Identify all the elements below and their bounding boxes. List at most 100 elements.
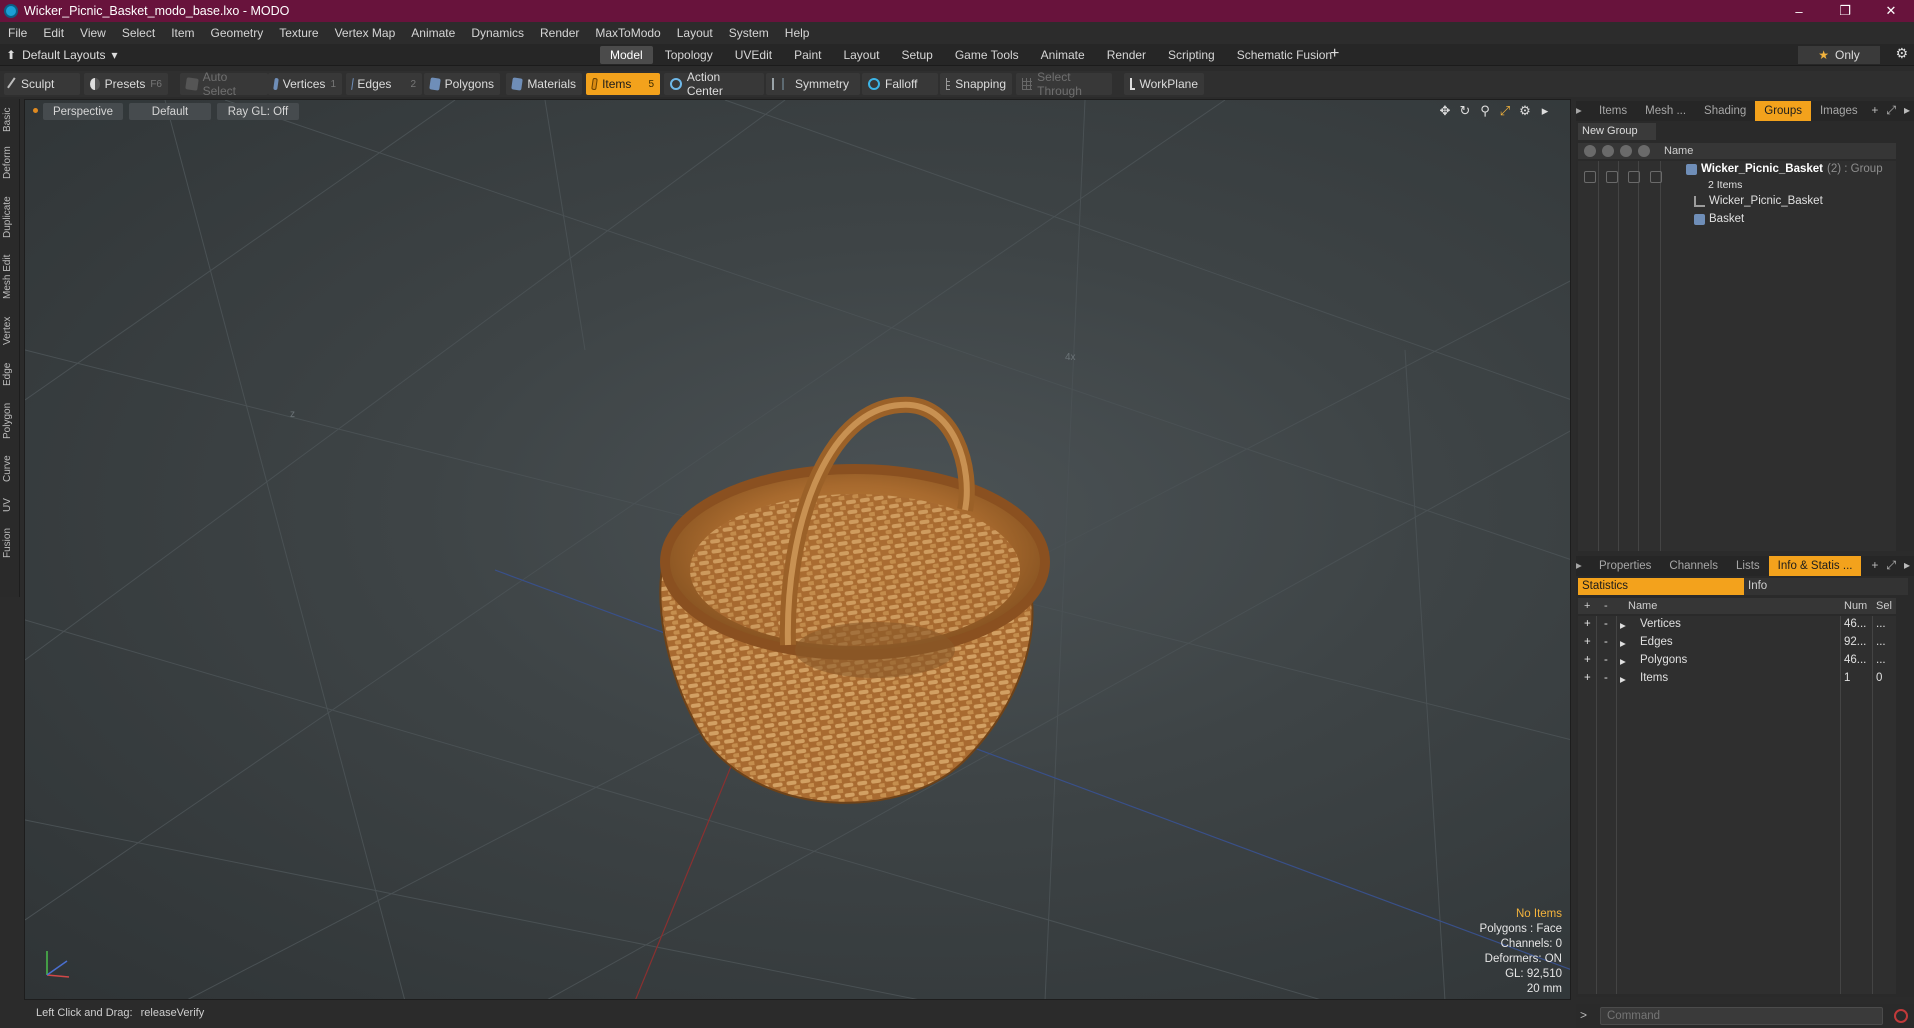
row-add-button[interactable]: +	[1584, 636, 1591, 648]
default-layouts-dropdown[interactable]: ⬆ Default Layouts ▾	[6, 46, 117, 64]
menu-render[interactable]: Render	[532, 26, 587, 40]
record-macro-icon[interactable]	[1894, 1009, 1908, 1023]
vertices-button[interactable]: Vertices 1	[268, 73, 342, 95]
tab-model[interactable]: Model	[600, 46, 653, 64]
row-add-button[interactable]: +	[1584, 672, 1591, 684]
add-tab-icon[interactable]: +	[1871, 103, 1878, 118]
tab-schematic-fusion[interactable]: Schematic Fusion	[1227, 46, 1342, 64]
only-button[interactable]: ★ Only	[1798, 46, 1880, 64]
menu-item[interactable]: Item	[163, 26, 202, 40]
command-input[interactable]	[1600, 1007, 1883, 1025]
panel-menu-icon[interactable]: ▸	[1576, 101, 1590, 121]
tab-channels[interactable]: Channels	[1660, 556, 1727, 576]
menu-layout[interactable]: Layout	[669, 26, 721, 40]
name-column-header[interactable]: Name	[1628, 600, 1657, 612]
sel-column-header[interactable]: Sel	[1876, 600, 1892, 612]
presets-button[interactable]: Presets F6	[84, 73, 168, 95]
expand-triangle-icon[interactable]: ▸	[1620, 636, 1626, 650]
menu-help[interactable]: Help	[777, 26, 818, 40]
tab-uv[interactable]: UV	[2, 493, 18, 517]
polygons-button[interactable]: Polygons	[424, 73, 500, 95]
tab-animate[interactable]: Animate	[1031, 46, 1095, 64]
pan-icon[interactable]: ✥	[1438, 103, 1452, 119]
snapping-button[interactable]: Snapping	[940, 73, 1012, 95]
panel-menu-icon[interactable]: ▸	[1576, 556, 1590, 576]
tab-render[interactable]: Render	[1097, 46, 1156, 64]
viewport-menu-dot-icon[interactable]	[33, 108, 38, 113]
tab-shading[interactable]: Shading	[1695, 101, 1755, 121]
expand-triangle-icon[interactable]: ▸	[1620, 672, 1626, 686]
raygl-toggle[interactable]: Ray GL: Off	[217, 103, 299, 120]
menu-edit[interactable]: Edit	[35, 26, 72, 40]
tab-game-tools[interactable]: Game Tools	[945, 46, 1029, 64]
row-remove-button[interactable]: -	[1604, 654, 1608, 666]
close-button[interactable]: ✕	[1868, 0, 1914, 22]
3d-viewport[interactable]: z 4x Perspective Default Ray GL: Off ✥ ↻…	[24, 99, 1571, 1000]
tab-images[interactable]: Images	[1811, 101, 1867, 121]
name-column-header[interactable]: Name	[1664, 145, 1693, 157]
lock-icon[interactable]	[1620, 145, 1632, 157]
tab-setup[interactable]: Setup	[891, 46, 942, 64]
stats-row-edges[interactable]: + - ▸ Edges 92... ...	[1578, 634, 1896, 652]
workplane-button[interactable]: WorkPlane	[1124, 73, 1204, 95]
items-button[interactable]: Items 5	[586, 73, 660, 95]
view-type-dropdown[interactable]: Perspective	[43, 103, 123, 120]
panel-arrow-icon[interactable]: ▸	[1904, 558, 1910, 573]
new-group-button[interactable]: New Group	[1578, 123, 1656, 140]
add-layout-tab-icon[interactable]: +	[1330, 45, 1339, 63]
select-through-button[interactable]: Select Through	[1016, 70, 1112, 98]
expand-panel-icon[interactable]: ⤢	[1886, 558, 1896, 573]
stats-row-polygons[interactable]: + - ▸ Polygons 46... ...	[1578, 652, 1896, 670]
symmetry-button[interactable]: Symmetry	[766, 73, 860, 95]
subtab-statistics[interactable]: Statistics	[1578, 578, 1744, 595]
row-remove-button[interactable]: -	[1604, 618, 1608, 630]
num-column-header[interactable]: Num	[1844, 600, 1867, 612]
menu-dynamics[interactable]: Dynamics	[463, 26, 532, 40]
viewport-expand-icon[interactable]: ▸	[1538, 103, 1552, 119]
tab-duplicate[interactable]: Duplicate	[2, 191, 18, 243]
auto-select-button[interactable]: Auto Select	[180, 70, 268, 98]
menu-select[interactable]: Select	[114, 26, 163, 40]
zoom-icon[interactable]: ⚲	[1478, 103, 1492, 119]
tab-paint[interactable]: Paint	[784, 46, 831, 64]
tab-properties[interactable]: Properties	[1590, 556, 1660, 576]
row-remove-button[interactable]: -	[1604, 636, 1608, 648]
menu-maxtomodo[interactable]: MaxToModo	[587, 26, 668, 40]
menu-texture[interactable]: Texture	[271, 26, 326, 40]
menu-vertex-map[interactable]: Vertex Map	[327, 26, 404, 40]
menu-view[interactable]: View	[72, 26, 114, 40]
render-icon[interactable]	[1602, 145, 1614, 157]
viewport-settings-icon[interactable]: ⚙	[1518, 103, 1532, 119]
row-add-button[interactable]: +	[1584, 618, 1591, 630]
select-icon[interactable]	[1638, 145, 1650, 157]
tab-basic[interactable]: Basic	[2, 103, 18, 137]
menu-system[interactable]: System	[721, 26, 777, 40]
stats-row-vertices[interactable]: + - ▸ Vertices 46... ...	[1578, 616, 1896, 634]
tab-polygon[interactable]: Polygon	[2, 397, 18, 445]
tab-uvedit[interactable]: UVEdit	[725, 46, 782, 64]
tab-edge[interactable]: Edge	[2, 357, 18, 391]
action-center-button[interactable]: Action Center	[664, 70, 764, 98]
tab-items[interactable]: Items	[1590, 101, 1636, 121]
menu-animate[interactable]: Animate	[403, 26, 463, 40]
tab-scripting[interactable]: Scripting	[1158, 46, 1225, 64]
stats-row-items[interactable]: + - ▸ Items 1 0	[1578, 670, 1896, 688]
menu-file[interactable]: File	[0, 26, 35, 40]
maximize-button[interactable]: ❐	[1822, 0, 1868, 22]
add-tab-icon[interactable]: +	[1871, 558, 1878, 573]
row-add-button[interactable]: +	[1584, 654, 1591, 666]
group-child-row[interactable]: Wicker_Picnic_Basket	[1578, 193, 1896, 209]
edges-button[interactable]: Edges 2	[346, 73, 422, 95]
expand-triangle-icon[interactable]: ▸	[1620, 654, 1626, 668]
gear-icon[interactable]: ⚙	[1895, 45, 1908, 62]
tab-mesh[interactable]: Mesh ...	[1636, 101, 1695, 121]
expand-all-button[interactable]: +	[1584, 600, 1590, 612]
sculpt-button[interactable]: Sculpt	[4, 73, 80, 95]
panel-arrow-icon[interactable]: ▸	[1904, 103, 1910, 118]
row-remove-button[interactable]: -	[1604, 672, 1608, 684]
falloff-button[interactable]: Falloff	[862, 73, 938, 95]
materials-button[interactable]: Materials	[506, 73, 582, 95]
tab-mesh-edit[interactable]: Mesh Edit	[2, 249, 18, 305]
tab-lists[interactable]: Lists	[1727, 556, 1769, 576]
group-child-row[interactable]: Basket	[1578, 211, 1896, 227]
